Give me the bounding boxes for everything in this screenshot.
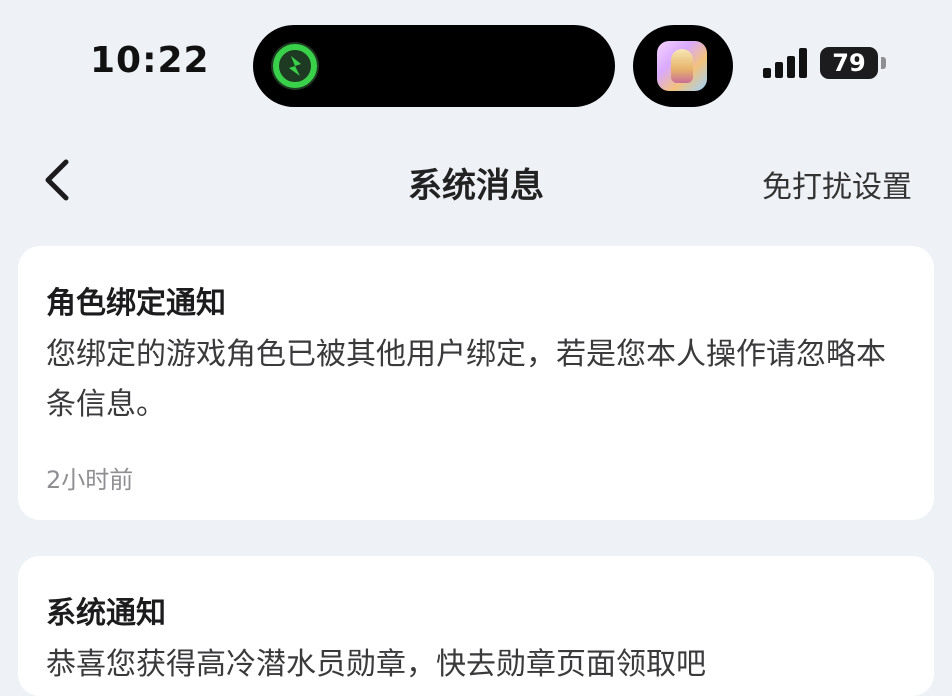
navigation-bar: 系统消息 免打扰设置 (0, 140, 952, 220)
status-time: 10:22 (90, 40, 210, 81)
battery-level: 79 (820, 47, 878, 79)
battery-icon: 79 (820, 47, 886, 79)
do-not-disturb-settings-button[interactable]: 免打扰设置 (762, 162, 912, 206)
dynamic-island-right[interactable] (633, 25, 733, 107)
message-body: 恭喜您获得高冷潜水员勋章，快去勋章页面领取吧 (46, 647, 706, 682)
message-body: 您绑定的游戏角色已被其他用户绑定，若是您本人操作请忽略本条信息。 (46, 337, 886, 422)
status-bar: 10:22 79 (0, 0, 952, 130)
activity-ring-icon (271, 42, 319, 90)
app-thumbnail-icon (657, 41, 707, 91)
message-time: 2小时前 (46, 466, 134, 494)
dynamic-island-left[interactable] (253, 25, 615, 107)
message-title: 角色绑定通知 (46, 286, 226, 321)
message-card[interactable]: 系统通知 恭喜您获得高冷潜水员勋章，快去勋章页面领取吧 (18, 556, 934, 696)
message-card[interactable]: 角色绑定通知 您绑定的游戏角色已被其他用户绑定，若是您本人操作请忽略本条信息。 … (18, 246, 934, 520)
cellular-signal-icon (763, 48, 809, 78)
message-title: 系统通知 (46, 596, 166, 631)
